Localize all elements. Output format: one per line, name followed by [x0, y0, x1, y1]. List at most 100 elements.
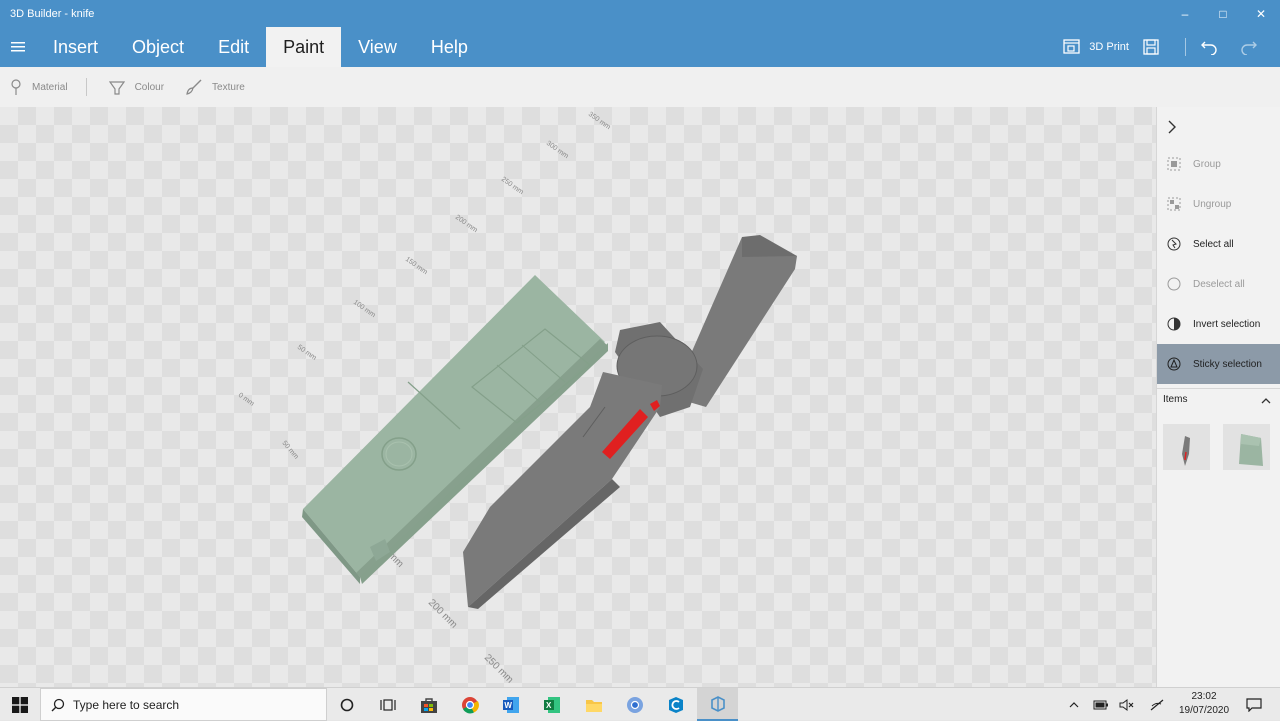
group-button[interactable]: Group: [1157, 144, 1280, 184]
deselect-all-button[interactable]: Deselect all: [1157, 264, 1280, 304]
store-icon: [420, 697, 437, 713]
windows-logo-icon: [12, 696, 28, 713]
chrome-button[interactable]: [449, 688, 490, 721]
3d-builder-icon: [710, 695, 725, 712]
group-label: Group: [1193, 158, 1221, 170]
ruler-label: 250 mm: [500, 176, 525, 196]
collapse-panel-button[interactable]: [1157, 107, 1280, 147]
ruler-label: 50 mm: [296, 344, 318, 362]
maximize-icon[interactable]: □: [1208, 4, 1238, 24]
window-title: 3D Builder - knife: [10, 8, 95, 20]
right-toolbar: 3D Print: [1063, 27, 1280, 67]
file-explorer-button[interactable]: [573, 688, 614, 721]
item-thumbnail-sheath[interactable]: [1223, 424, 1270, 470]
taskbar-search[interactable]: [40, 688, 327, 721]
material-label: Material: [32, 81, 68, 93]
undo-icon: [1201, 41, 1217, 55]
colour-button[interactable]: Colour: [108, 79, 164, 95]
chevron-right-icon: [1168, 120, 1176, 134]
folder-icon: [585, 699, 602, 712]
save-button[interactable]: [1143, 39, 1167, 55]
notifications-button[interactable]: [1240, 688, 1268, 721]
chrome-alt-button[interactable]: [614, 688, 655, 721]
ungroup-button[interactable]: Ungroup: [1157, 184, 1280, 224]
items-header[interactable]: Items: [1157, 388, 1280, 408]
app-window: 3D Builder - knife – □ ✕ Insert Object E…: [0, 0, 1280, 687]
volume-muted-icon[interactable]: [1116, 688, 1138, 721]
word-button[interactable]: W: [490, 688, 531, 721]
chrome-icon: [461, 696, 479, 713]
menu-edit[interactable]: Edit: [201, 27, 266, 67]
undo-button[interactable]: [1200, 39, 1226, 55]
3d-builder-taskbar-button[interactable]: [697, 688, 738, 721]
save-icon: [1143, 39, 1159, 55]
invert-selection-button[interactable]: Invert selection: [1157, 304, 1280, 344]
redo-button[interactable]: [1240, 39, 1266, 55]
select-all-button[interactable]: Select all: [1157, 224, 1280, 264]
excel-button[interactable]: X: [531, 688, 572, 721]
start-button[interactable]: [0, 688, 40, 721]
notification-icon: [1246, 697, 1262, 712]
menu-object[interactable]: Object: [115, 27, 201, 67]
search-input[interactable]: [73, 697, 293, 712]
ruler-label: 200 mm: [454, 214, 479, 234]
sticky-selection-button[interactable]: Sticky selection: [1157, 344, 1280, 384]
printer-3d-icon: [1063, 39, 1080, 54]
task-view-button[interactable]: [367, 688, 408, 721]
clock-time: 23:02: [1191, 691, 1217, 702]
close-icon[interactable]: ✕: [1246, 4, 1276, 24]
svg-text:X: X: [546, 701, 552, 710]
group-icon: [1167, 157, 1181, 171]
cortana-button[interactable]: [326, 688, 367, 721]
ruler-label: 350 mm: [587, 111, 612, 131]
3d-print-label: 3D Print: [1089, 41, 1129, 53]
menu-paint[interactable]: Paint: [266, 27, 342, 67]
store-button[interactable]: [408, 688, 449, 721]
menu-view[interactable]: View: [341, 27, 414, 67]
network-icon[interactable]: [1146, 688, 1168, 721]
taskbar-clock[interactable]: 23:02 19/07/2020: [1178, 690, 1230, 718]
menu-help[interactable]: Help: [414, 27, 485, 67]
paint-brush-icon: [186, 79, 202, 95]
ruler-label: 150 mm: [404, 256, 429, 276]
ungroup-label: Ungroup: [1193, 198, 1232, 210]
toolbar-divider: [1185, 38, 1186, 56]
svg-text:W: W: [504, 701, 512, 710]
show-hidden-icons-button[interactable]: [1064, 688, 1084, 721]
ruler-label: 250 mm: [482, 652, 515, 685]
app-c-icon: [668, 696, 683, 713]
toolbar-divider: [85, 78, 87, 96]
3d-print-button[interactable]: 3D Print: [1063, 39, 1129, 55]
ruler-label: 300 mm: [545, 140, 570, 160]
item-thumbnail-knife[interactable]: [1163, 424, 1210, 470]
minimize-icon[interactable]: –: [1170, 4, 1200, 24]
menu-insert[interactable]: Insert: [36, 27, 115, 67]
hamburger-menu-icon[interactable]: [0, 27, 36, 67]
chevron-up-icon: [1261, 398, 1271, 404]
deselect-all-label: Deselect all: [1193, 278, 1245, 290]
main-menu: Insert Object Edit Paint View Help: [0, 27, 485, 67]
sticky-selection-label: Sticky selection: [1193, 358, 1262, 370]
ruler-label: 50 mm: [280, 440, 299, 461]
paint-toolbar: Material Colour Texture: [0, 67, 1280, 107]
redo-icon: [1241, 41, 1257, 55]
select-all-label: Select all: [1193, 238, 1234, 250]
material-button[interactable]: Material: [10, 79, 68, 95]
deselect-all-icon: [1167, 277, 1181, 291]
3d-viewport[interactable]: 350 mm 300 mm 250 mm 200 mm 150 mm 100 m…: [0, 107, 1156, 687]
taskbar: W X 23:02 19/07/2020: [0, 687, 1280, 721]
selection-panel: Group Ungroup Select all Deselect all In…: [1156, 107, 1280, 687]
invert-selection-label: Invert selection: [1193, 318, 1261, 330]
ruler-label: 200 mm: [426, 597, 459, 630]
word-icon: W: [502, 696, 519, 713]
cortana-icon: [340, 698, 353, 711]
sticky-selection-icon: [1167, 357, 1181, 371]
ungroup-icon: [1167, 197, 1181, 211]
items-title: Items: [1163, 394, 1188, 405]
texture-button[interactable]: Texture: [186, 79, 245, 95]
app-button[interactable]: [655, 688, 696, 721]
sheath-model[interactable]: [302, 275, 608, 584]
excel-icon: X: [543, 696, 560, 713]
battery-icon[interactable]: [1090, 688, 1112, 721]
ruler-label: 0 mm: [237, 392, 255, 408]
